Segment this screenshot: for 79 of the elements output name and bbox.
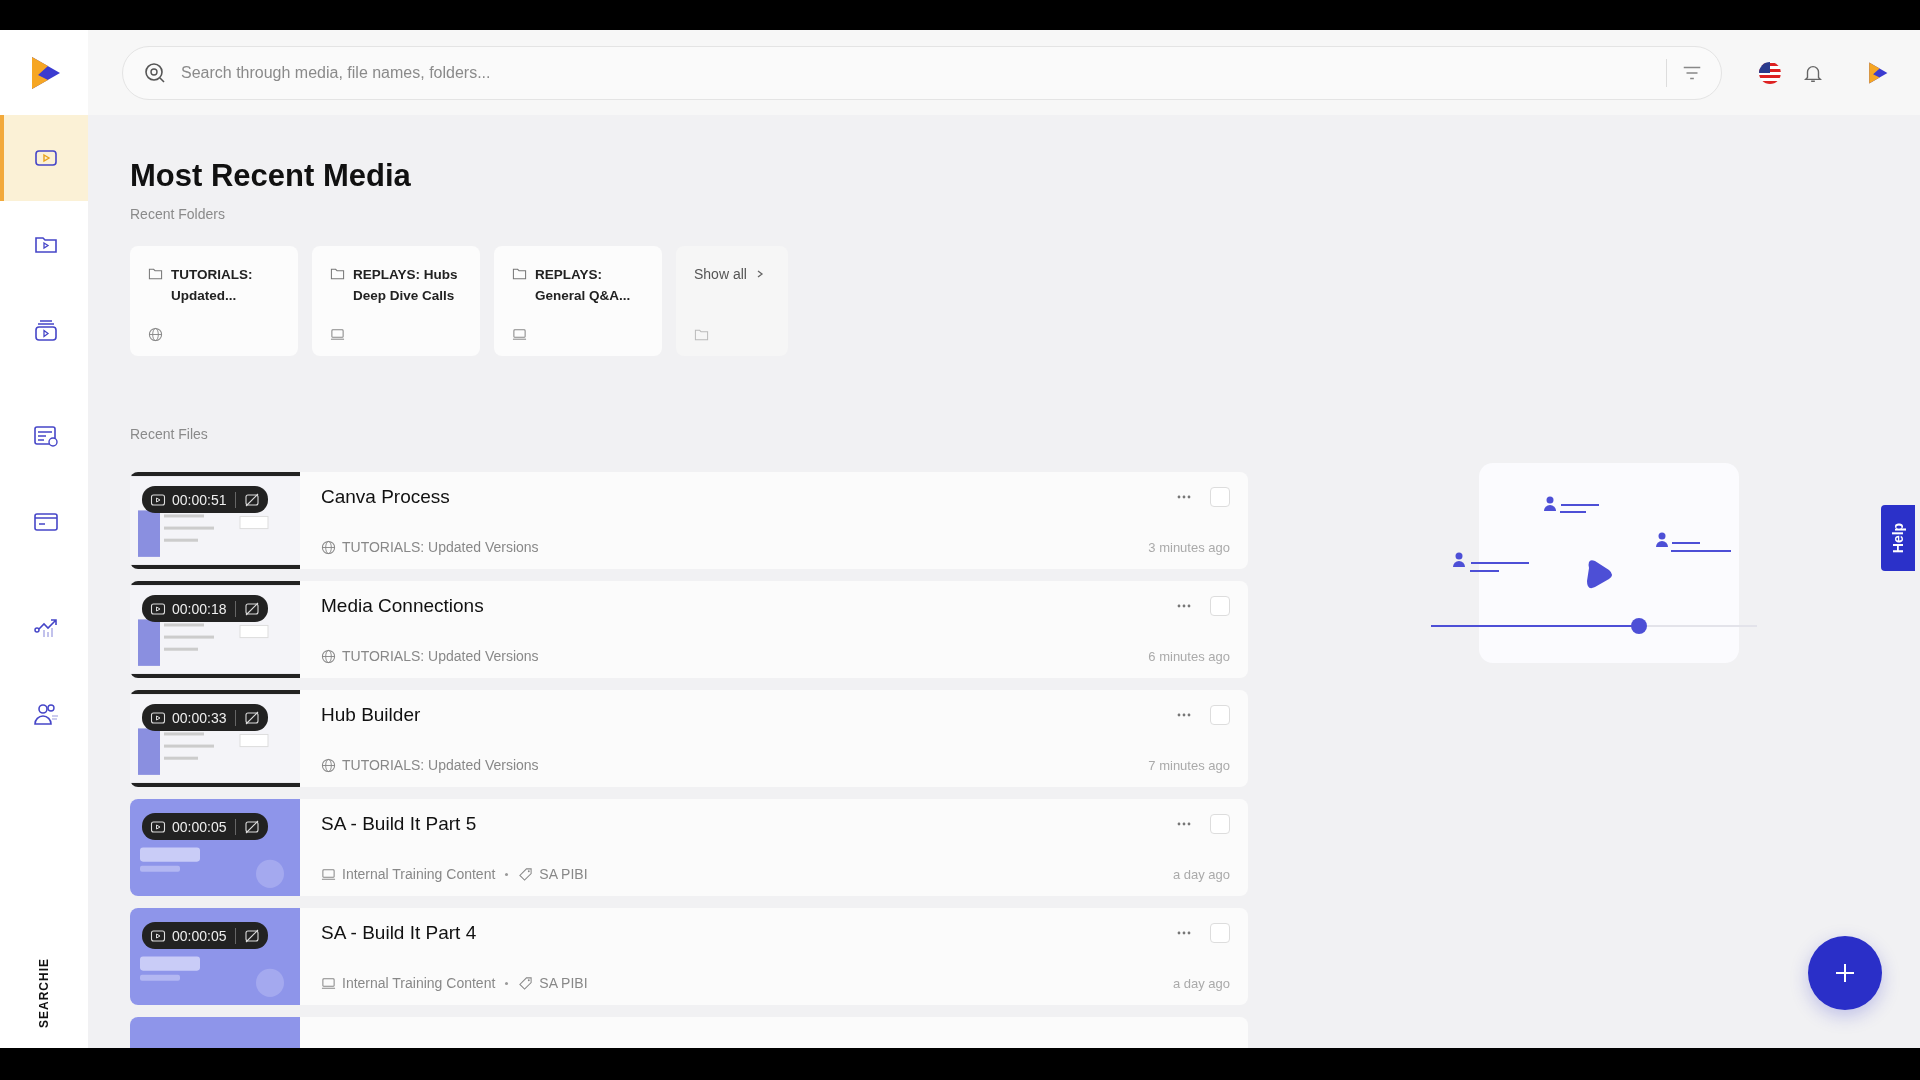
monitor-icon <box>512 327 527 343</box>
file-title: Media Connections <box>321 595 485 618</box>
folder-location[interactable]: Internal Training Content <box>342 975 496 992</box>
file-title: SA - Build It Part 4 <box>321 922 478 945</box>
duration-text: 00:00:18 <box>172 600 227 617</box>
folder-name: REPLAYS: Hubs Deep Dive Calls <box>353 266 459 306</box>
captions-off-icon <box>243 491 260 508</box>
duration-text: 00:00:05 <box>172 818 227 835</box>
search-field[interactable]: Search through media, file names, folders... <box>122 45 1722 100</box>
more-options-icon[interactable] <box>1176 821 1192 828</box>
file-row[interactable]: 00:00:18 Media Connections TUTORIALS: Updated Versions 6 minutes ago <box>130 581 1248 679</box>
more-options-icon[interactable] <box>1176 930 1192 937</box>
page-title: Most Recent Media <box>130 157 412 195</box>
file-row[interactable]: 00:00:05 SA - Build It Part 5 Internal Training Content SA PIBI a day ago <box>130 799 1248 897</box>
folder-name: REPLAYS: General Q&A... <box>535 266 632 306</box>
file-row[interactable]: 00:00:33 Hub Builder TUTORIALS: Updated Versions 7 minutes ago <box>130 690 1248 788</box>
folder-icon <box>148 266 163 282</box>
section-label: Recent Files <box>130 426 209 443</box>
section-label: Recent Folders <box>130 206 226 223</box>
file-row[interactable]: 00:00:51 Canva Process TUTORIALS: Updated Versions 3 minutes ago <box>130 472 1248 570</box>
monitor-icon <box>330 327 345 343</box>
globe-icon <box>321 757 336 773</box>
add-button[interactable] <box>1808 936 1882 1010</box>
captions-off-icon <box>243 600 260 617</box>
folder-location[interactable]: TUTORIALS: Updated Versions <box>342 539 539 556</box>
captions-off-icon <box>243 818 260 835</box>
folder-name: TUTORIALS: Updated... <box>171 266 254 306</box>
captions-off-icon <box>243 709 260 726</box>
video-icon <box>150 709 166 726</box>
folder-icon <box>694 327 709 343</box>
video-icon <box>150 927 166 944</box>
file-title: Hub Builder <box>321 704 422 727</box>
file-title: SA - Build It Part 5 <box>321 813 478 836</box>
more-options-icon[interactable] <box>1176 494 1192 501</box>
video-icon <box>150 818 166 835</box>
duration-text: 00:00:33 <box>172 709 227 726</box>
globe-icon <box>321 539 336 555</box>
search-icon <box>143 60 167 85</box>
brand-name: SEARCHIE <box>37 958 51 1028</box>
globe-icon <box>148 327 163 343</box>
tag-label[interactable]: SA PIBI <box>539 975 588 992</box>
file-row[interactable]: 00:00:05 SA - Build It Part 4 Internal Training Content SA PIBI a day ago <box>130 908 1248 1006</box>
video-icon <box>150 491 166 508</box>
more-options-icon[interactable] <box>1176 712 1192 719</box>
monitor-icon <box>321 866 336 882</box>
folder-icon <box>330 266 345 282</box>
duration-text: 00:00:05 <box>172 927 227 944</box>
monitor-icon <box>321 975 336 991</box>
folder-location[interactable]: TUTORIALS: Updated Versions <box>342 648 539 665</box>
folder-card[interactable]: REPLAYS: Hubs Deep Dive Calls <box>312 246 480 357</box>
more-options-icon[interactable] <box>1176 603 1192 610</box>
timestamp: 7 minutes ago <box>1148 757 1230 773</box>
folder-card[interactable]: REPLAYS: General Q&A... <box>494 246 662 357</box>
video-icon <box>150 600 166 617</box>
tag-icon <box>518 975 534 991</box>
captions-off-icon <box>243 927 260 944</box>
flag-icon[interactable] <box>1758 60 1782 85</box>
select-checkbox[interactable] <box>1210 923 1230 944</box>
show-all-link[interactable]: Show all <box>694 264 747 285</box>
globe-icon <box>321 648 336 664</box>
help-tab[interactable]: Help <box>1881 505 1915 571</box>
select-checkbox[interactable] <box>1210 487 1230 508</box>
timestamp: 3 minutes ago <box>1148 539 1230 555</box>
plus-icon <box>1833 961 1857 985</box>
timestamp: a day ago <box>1172 975 1230 991</box>
folder-card[interactable]: TUTORIALS: Updated... <box>130 246 298 357</box>
folder-location[interactable]: TUTORIALS: Updated Versions <box>342 757 539 774</box>
tag-icon <box>518 866 534 882</box>
file-row[interactable] <box>130 1017 1248 1048</box>
timestamp: 6 minutes ago <box>1148 648 1230 664</box>
file-title: Canva Process <box>321 486 451 509</box>
select-checkbox[interactable] <box>1210 596 1230 617</box>
folder-location[interactable]: Internal Training Content <box>342 866 496 883</box>
timestamp: a day ago <box>1172 866 1230 882</box>
select-checkbox[interactable] <box>1210 814 1230 835</box>
folder-icon <box>512 266 527 282</box>
select-checkbox[interactable] <box>1210 705 1230 726</box>
duration-text: 00:00:51 <box>172 491 227 508</box>
tag-label[interactable]: SA PIBI <box>539 866 588 883</box>
